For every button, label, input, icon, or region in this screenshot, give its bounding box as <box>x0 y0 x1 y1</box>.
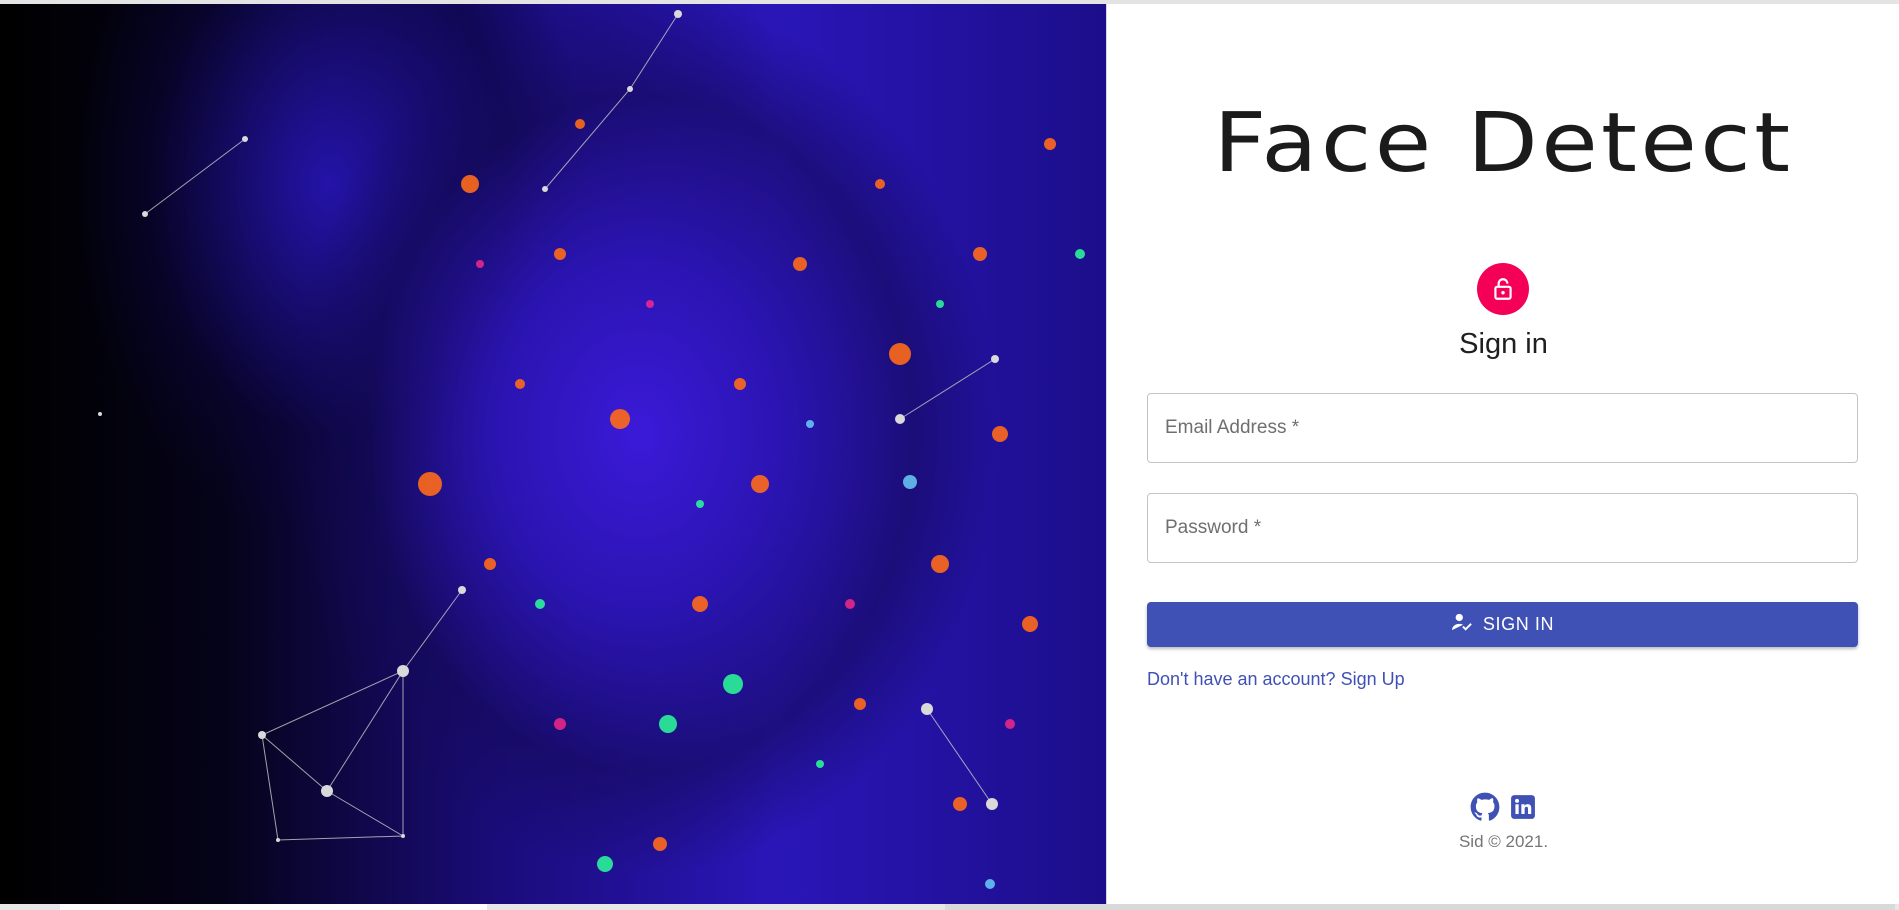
hero-image <box>0 4 1106 904</box>
app-title: Face Detect <box>1213 96 1794 191</box>
hero-particles <box>98 10 1085 889</box>
copyright-text: Sid © 2021. <box>1458 832 1549 851</box>
scrollbar-gap <box>60 904 487 910</box>
horizontal-scrollbar[interactable] <box>0 904 1899 910</box>
email-field <box>1147 393 1858 463</box>
linkedin-icon[interactable] <box>1508 792 1538 822</box>
person-check-icon <box>1451 612 1473 637</box>
password-input[interactable] <box>1148 494 1857 562</box>
github-icon[interactable] <box>1470 792 1500 822</box>
signup-link[interactable]: Don't have an account? Sign Up <box>1147 669 1405 690</box>
scrollbar-thumb[interactable] <box>945 904 1895 910</box>
signin-button[interactable]: SIGN IN <box>1147 602 1858 647</box>
password-field <box>1147 493 1858 563</box>
signin-heading: Sign in <box>1459 328 1548 360</box>
signin-button-label: SIGN IN <box>1482 614 1555 634</box>
signin-panel: Face Detect Sign in SIGN IN Don't have a… <box>1106 4 1899 904</box>
social-links <box>1107 792 1899 822</box>
email-input[interactable] <box>1148 394 1857 462</box>
lock-icon <box>1477 263 1529 315</box>
